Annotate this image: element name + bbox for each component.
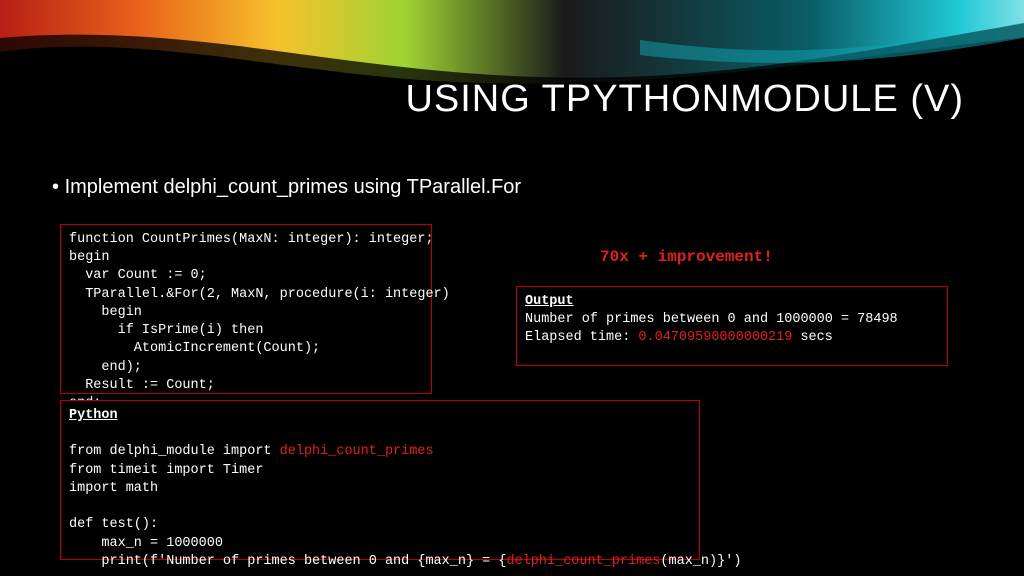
code-line: from delphi_module import delphi_count_p…: [69, 444, 434, 459]
delphi-code-box: function CountPrimes(MaxN: integer): int…: [60, 224, 432, 394]
code-line: from timeit import Timer: [69, 463, 263, 478]
improvement-callout: 70x + improvement!: [600, 248, 773, 266]
code-line: var Count := 0;: [69, 268, 207, 283]
code-line: import math: [69, 481, 158, 496]
slide-title: USING TPYTHONMODULE (V): [405, 78, 964, 121]
bullet-text: Implement delphi_count_primes using TPar…: [52, 176, 521, 199]
code-line: function CountPrimes(MaxN: integer): int…: [69, 232, 434, 247]
python-code-box: Python from delphi_module import delphi_…: [60, 400, 700, 560]
code-line: Result := Count;: [69, 378, 215, 393]
code-line: def test():: [69, 517, 158, 532]
code-line: begin: [69, 305, 142, 320]
code-line: if IsPrime(i) then: [69, 323, 263, 338]
python-label: Python: [69, 408, 118, 423]
output-line: Number of primes between 0 and 1000000 =…: [525, 312, 898, 327]
code-line: print(f'Number of primes between 0 and {…: [69, 554, 741, 569]
output-label: Output: [525, 294, 574, 309]
code-line: AtomicIncrement(Count);: [69, 341, 320, 356]
output-box: Output Number of primes between 0 and 10…: [516, 286, 948, 366]
code-line: begin: [69, 250, 110, 265]
code-line: max_n = 1000000: [69, 536, 223, 551]
output-line: Elapsed time: 0.04709590000000219 secs: [525, 330, 833, 345]
code-line: TParallel.&For(2, MaxN, procedure(i: int…: [69, 287, 450, 302]
code-line: end);: [69, 360, 142, 375]
